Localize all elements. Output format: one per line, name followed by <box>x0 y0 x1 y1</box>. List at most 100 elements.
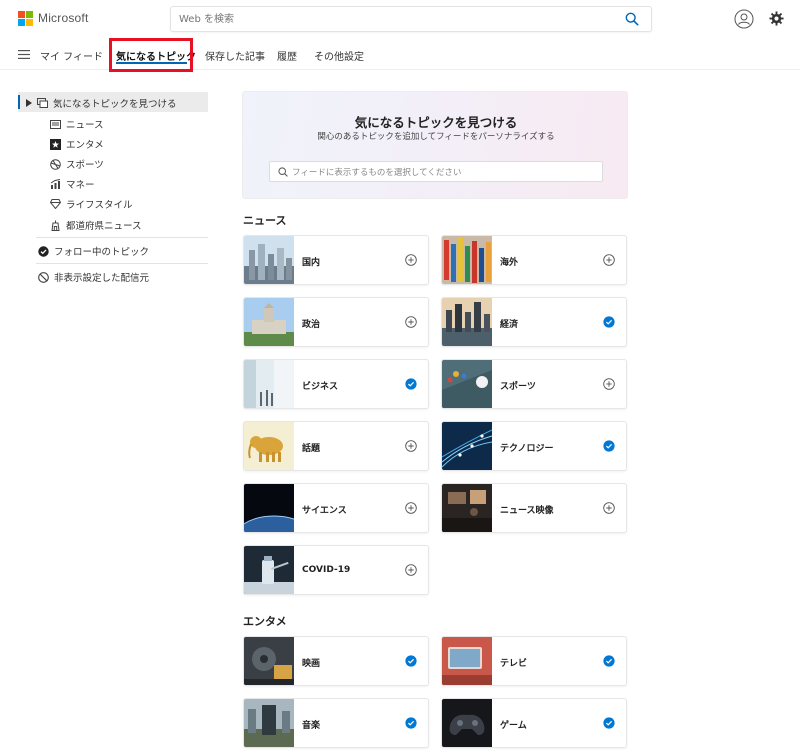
sidebar-item-entertainment[interactable]: エンタメ <box>50 137 104 151</box>
discover-icon <box>37 98 48 108</box>
sidebar-item-sports[interactable]: スポーツ <box>50 157 104 171</box>
sidebar-item-label: スポーツ <box>66 160 104 171</box>
topic-card-technology[interactable]: テクノロジー <box>441 421 627 471</box>
add-topic-icon[interactable] <box>405 254 417 266</box>
sidebar-item-hidden-sources[interactable]: 非表示設定した配信元 <box>38 270 149 284</box>
topic-thumbnail <box>442 360 492 408</box>
topic-label: 政治 <box>302 320 321 330</box>
topic-card-music[interactable]: 音楽 <box>243 698 429 748</box>
landmark-icon <box>51 220 60 231</box>
add-topic-icon[interactable] <box>603 378 615 390</box>
section-title-entertainment: エンタメ <box>243 615 287 628</box>
topic-label: ニュース映像 <box>500 506 554 516</box>
tab-settings[interactable]: その他設定 <box>314 48 364 63</box>
sidebar-item-label: 非表示設定した配信元 <box>54 273 150 284</box>
topic-thumbnail <box>244 484 294 532</box>
topic-thumbnail <box>244 360 294 408</box>
annotation-highlight-box <box>109 38 193 72</box>
add-topic-icon[interactable] <box>405 440 417 452</box>
topic-label: ビジネス <box>302 382 339 392</box>
topic-thumbnail <box>442 699 492 747</box>
followed-check-icon[interactable] <box>603 655 615 667</box>
search-input[interactable] <box>179 7 609 31</box>
sidebar-item-following[interactable]: フォロー中のトピック <box>38 244 149 258</box>
sidebar-item-lifestyle[interactable]: ライフスタイル <box>50 197 133 211</box>
topic-label: 海外 <box>500 258 519 268</box>
topic-thumbnail <box>244 546 294 594</box>
topic-thumbnail <box>442 422 492 470</box>
hero-subtitle: 関心のあるトピックを追加してフィードをパーソナライズする <box>317 132 555 142</box>
sidebar-item-label: 都道府県ニュース <box>66 221 142 232</box>
add-topic-icon[interactable] <box>405 564 417 576</box>
gear-icon[interactable] <box>769 11 784 26</box>
check-circle-icon <box>38 245 49 257</box>
followed-check-icon[interactable] <box>405 655 417 667</box>
account-avatar-icon[interactable] <box>734 9 754 29</box>
topic-card-tv[interactable]: テレビ <box>441 636 627 686</box>
tab-history[interactable]: 履歴 <box>277 48 297 63</box>
hamburger-menu-icon[interactable] <box>18 50 30 59</box>
sidebar-active-indicator <box>18 95 20 109</box>
topic-search-field[interactable]: フィードに表示するものを選択してください <box>269 161 603 182</box>
sidebar-item-money[interactable]: マネー <box>50 177 95 191</box>
add-topic-icon[interactable] <box>603 502 615 514</box>
topic-search-placeholder: フィードに表示するものを選択してください <box>292 168 462 178</box>
section-title-news: ニュース <box>243 214 287 227</box>
sidebar-item-label: ニュース <box>66 120 104 131</box>
topic-card-games[interactable]: ゲーム <box>441 698 627 748</box>
topic-card-business[interactable]: ビジネス <box>243 359 429 409</box>
topic-card-sports[interactable]: スポーツ <box>441 359 627 409</box>
topic-card-news-video[interactable]: ニュース映像 <box>441 483 627 533</box>
topic-thumbnail <box>244 637 294 685</box>
sidebar-item-label: マネー <box>66 180 95 191</box>
topic-label: スポーツ <box>500 382 536 392</box>
topic-card-politics[interactable]: 政治 <box>243 297 429 347</box>
topic-thumbnail <box>442 484 492 532</box>
discover-hero: 気になるトピックを見つける 関心のあるトピックを追加してフィードをパーソナライズ… <box>242 91 628 199</box>
topic-card-trending[interactable]: 話題 <box>243 421 429 471</box>
followed-check-icon[interactable] <box>405 378 417 390</box>
gem-icon <box>50 199 61 209</box>
sidebar-divider <box>36 237 208 238</box>
topic-label: テクノロジー <box>500 444 554 454</box>
topic-thumbnail <box>442 236 492 284</box>
followed-check-icon[interactable] <box>603 316 615 328</box>
followed-check-icon[interactable] <box>603 440 615 452</box>
sidebar-item-label: エンタメ <box>66 140 104 151</box>
topic-card-domestic[interactable]: 国内 <box>243 235 429 285</box>
search-icon[interactable] <box>625 12 639 26</box>
topic-label: 話題 <box>302 444 321 454</box>
caret-right-icon <box>26 99 32 107</box>
topic-card-science[interactable]: サイエンス <box>243 483 429 533</box>
topic-card-movies[interactable]: 映画 <box>243 636 429 686</box>
topic-card-covid19[interactable]: COVID-19 <box>243 545 429 595</box>
topic-label: COVID-19 <box>302 565 351 575</box>
sidebar-item-prefecture-news[interactable]: 都道府県ニュース <box>50 218 142 232</box>
add-topic-icon[interactable] <box>603 254 615 266</box>
topic-label: 映画 <box>302 659 321 669</box>
sidebar-item-label: ライフスタイル <box>66 200 133 211</box>
web-search-box[interactable] <box>170 6 652 32</box>
sidebar-item-news[interactable]: ニュース <box>50 117 104 131</box>
topic-label: テレビ <box>500 659 528 669</box>
add-topic-icon[interactable] <box>405 316 417 328</box>
topic-thumbnail <box>244 298 294 346</box>
star-icon <box>50 138 61 150</box>
followed-check-icon[interactable] <box>405 717 417 729</box>
topic-card-economy[interactable]: 経済 <box>441 297 627 347</box>
sidebar-item-label: フォロー中のトピック <box>54 247 150 258</box>
followed-check-icon[interactable] <box>603 717 615 729</box>
topic-card-international[interactable]: 海外 <box>441 235 627 285</box>
sidebar-divider <box>36 263 208 264</box>
block-icon <box>38 271 49 283</box>
ball-icon <box>50 158 61 170</box>
top-bar: Microsoft <box>0 0 800 38</box>
newspaper-icon <box>50 119 61 129</box>
microsoft-logo[interactable]: Microsoft <box>18 11 88 26</box>
tab-my-feed[interactable]: マイ フィード <box>40 48 103 63</box>
hero-title: 気になるトピックを見つける <box>354 115 518 130</box>
tab-saved-articles[interactable]: 保存した記事 <box>205 48 265 63</box>
sidebar-discover-row[interactable]: 気になるトピックを見つける <box>26 96 177 110</box>
add-topic-icon[interactable] <box>405 502 417 514</box>
topic-label: 音楽 <box>302 721 321 731</box>
